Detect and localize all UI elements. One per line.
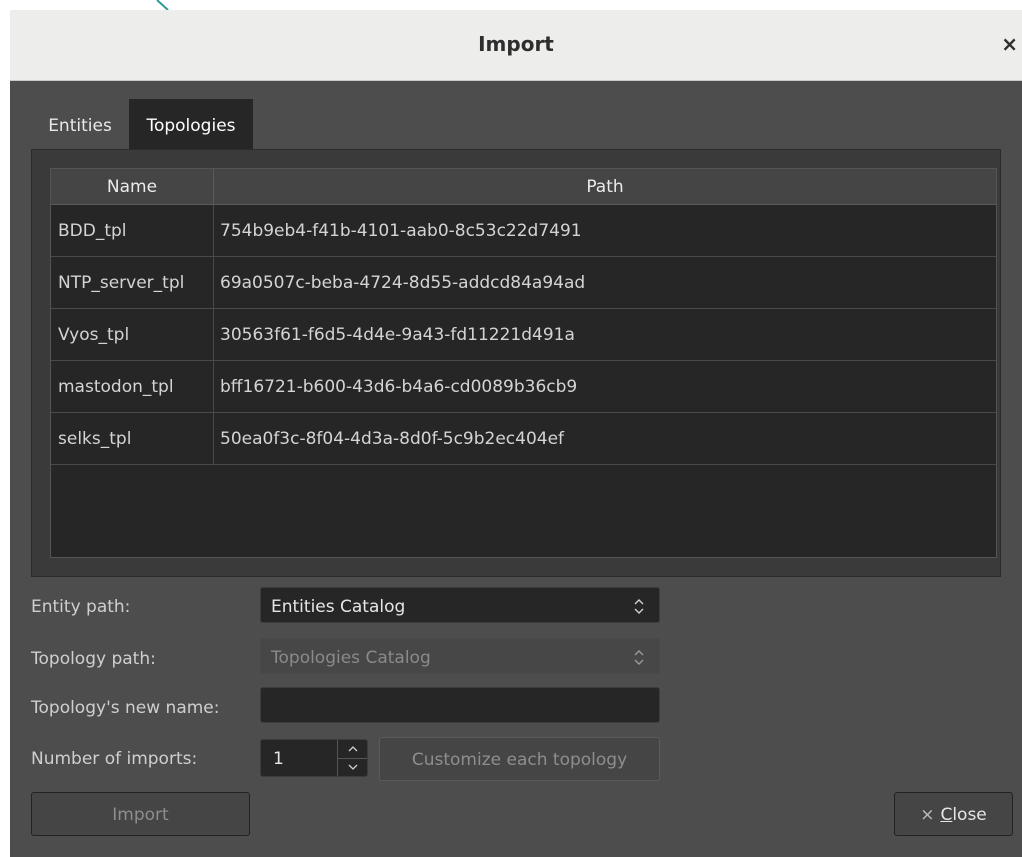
- topology-path-select: Topologies Catalog: [260, 638, 660, 674]
- chevron-down-icon: [348, 764, 357, 770]
- num-imports-spinbox[interactable]: 1: [260, 739, 368, 777]
- spin-down-button[interactable]: [338, 758, 367, 776]
- table-row[interactable]: selks_tpl 50ea0f3c-8f04-4d3a-8d0f-5c9b2e…: [51, 413, 996, 465]
- background-decoration: [156, 0, 169, 10]
- tab-entities[interactable]: Entities: [31, 99, 129, 149]
- row-path: 50ea0f3c-8f04-4d3a-8d0f-5c9b2ec404ef: [220, 429, 565, 449]
- table-row[interactable]: BDD_tpl 754b9eb4-f41b-4101-aab0-8c53c22d…: [51, 205, 996, 257]
- row-name: NTP_server_tpl: [51, 257, 214, 308]
- table-header: Name Path: [51, 169, 996, 205]
- entity-path-label: Entity path:: [31, 597, 131, 617]
- import-dialog: Import × Entities Topologies Name Path B…: [10, 10, 1022, 857]
- entity-path-value: Entities Catalog: [271, 597, 406, 617]
- row-name: Vyos_tpl: [51, 309, 214, 360]
- close-icon: ×: [920, 805, 935, 825]
- table-row[interactable]: Vyos_tpl 30563f61-f6d5-4d4e-9a43-fd11221…: [51, 309, 996, 361]
- topology-path-value: Topologies Catalog: [271, 648, 431, 668]
- row-name: BDD_tpl: [51, 205, 214, 256]
- row-name: selks_tpl: [51, 413, 214, 464]
- title-bar: Import ×: [10, 10, 1022, 81]
- topologies-panel: Name Path BDD_tpl 754b9eb4-f41b-4101-aab…: [31, 149, 1001, 577]
- tab-topologies[interactable]: Topologies: [129, 99, 253, 149]
- spin-up-button[interactable]: [338, 740, 367, 759]
- num-imports-label: Number of imports:: [31, 749, 198, 769]
- close-mnemonic: C: [940, 805, 953, 825]
- chevron-up-icon: [348, 746, 357, 752]
- customize-each-topology-button[interactable]: Customize each topology: [379, 737, 660, 781]
- row-path: bff16721-b600-43d6-b4a6-cd0089b36cb9: [220, 377, 578, 397]
- table-row[interactable]: mastodon_tpl bff16721-b600-43d6-b4a6-cd0…: [51, 361, 996, 413]
- num-imports-value: 1: [273, 749, 284, 769]
- chevron-up-down-icon: [633, 588, 645, 638]
- spin-buttons: [337, 740, 367, 776]
- topologies-table[interactable]: Name Path BDD_tpl 754b9eb4-f41b-4101-aab…: [50, 168, 997, 558]
- row-path: 69a0507c-beba-4724-8d55-addcd84a94ad: [220, 273, 586, 293]
- close-button[interactable]: × Close: [894, 792, 1013, 836]
- entity-path-select[interactable]: Entities Catalog: [260, 587, 660, 623]
- dialog-title: Import: [478, 32, 554, 56]
- row-path: 754b9eb4-f41b-4101-aab0-8c53c22d7491: [220, 221, 582, 241]
- row-path: 30563f61-f6d5-4d4e-9a43-fd11221d491a: [220, 325, 575, 345]
- close-label-rest: lose: [952, 805, 987, 825]
- new-name-label: Topology's new name:: [31, 698, 220, 718]
- import-button[interactable]: Import: [31, 792, 250, 836]
- column-header-path[interactable]: Path: [214, 169, 996, 205]
- topology-path-label: Topology path:: [31, 649, 156, 669]
- close-icon[interactable]: ×: [1001, 32, 1018, 56]
- table-row[interactable]: NTP_server_tpl 69a0507c-beba-4724-8d55-a…: [51, 257, 996, 309]
- chevron-up-down-icon: [633, 639, 645, 689]
- column-header-name[interactable]: Name: [51, 169, 214, 205]
- topology-new-name-input[interactable]: [260, 687, 660, 723]
- row-name: mastodon_tpl: [51, 361, 214, 412]
